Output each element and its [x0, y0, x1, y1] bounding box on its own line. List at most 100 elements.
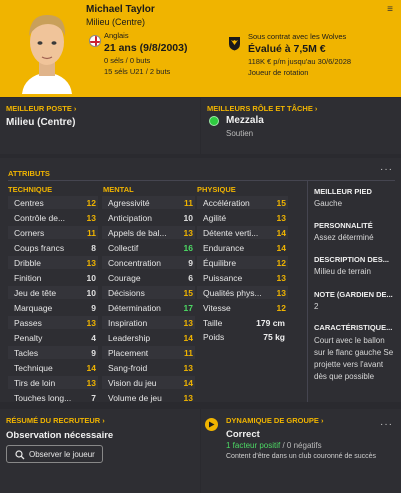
best-foot-label: MEILLEUR PIED — [314, 187, 372, 196]
attribute-name: Décisions — [108, 288, 145, 298]
attribute-name: Tacles — [14, 348, 39, 358]
attribute-value: 8 — [91, 243, 96, 253]
u21-caps: 15 séls U21 / 2 buts — [104, 67, 171, 76]
attribute-value: 4 — [91, 333, 96, 343]
attribute-name: Dribble — [14, 258, 41, 268]
attribute-value: 13 — [183, 393, 193, 403]
squad-role: Joueur de rotation — [248, 68, 309, 77]
weight-value: 75 kg — [263, 332, 285, 342]
attribute-value: 13 — [86, 378, 96, 388]
attribute-name: Courage — [108, 273, 141, 283]
best-role-title[interactable]: MEILLEURS RÔLE ET TÂCHE › — [207, 104, 317, 113]
attribute-value: 11 — [184, 198, 193, 208]
attribute-name: Anticipation — [108, 213, 152, 223]
nationality: Anglais — [104, 31, 129, 40]
attribute-value: 11 — [184, 348, 193, 358]
best-foot-value: Gauche — [314, 199, 343, 208]
attribute-value: 9 — [91, 348, 96, 358]
attributes-more-icon[interactable]: ··· — [380, 164, 393, 175]
best-position-title[interactable]: MEILLEUR POSTE › — [6, 104, 76, 113]
attribute-value: 12 — [276, 258, 286, 268]
attribute-name: Jeu de tête — [14, 288, 57, 298]
contract-status: Sous contrat avec les Wolves — [248, 32, 347, 41]
observe-player-button[interactable]: Observer le joueur — [6, 445, 103, 463]
side-divider — [307, 180, 308, 402]
player-avatar — [14, 6, 80, 94]
dynamics-arrow-icon[interactable] — [205, 418, 218, 431]
attributes-panel: ATTRIBUTS ··· TECHNIQUE MENTAL PHYSIQUE … — [0, 158, 401, 403]
attribute-value: 15 — [183, 288, 193, 298]
attribute-value: 6 — [188, 273, 193, 283]
attribute-name: Penalty — [14, 333, 43, 343]
description-label: DESCRIPTION DES... — [314, 255, 390, 264]
player-age: 21 ans (9/8/2003) — [104, 42, 188, 54]
player-header: Michael Taylor Milieu (Centre) Anglais 2… — [0, 0, 401, 97]
traits-value: Court avec le ballon sur le flanc gauche… — [314, 336, 394, 381]
keeper-rating-label: NOTE (GARDIEN DE... — [314, 290, 393, 299]
attribute-value: 14 — [276, 243, 286, 253]
attribute-value: 7 — [91, 393, 96, 403]
attribute-name: Agressivité — [108, 198, 150, 208]
attribute-value: 15 — [276, 198, 286, 208]
attribute-name: Inspiration — [108, 318, 148, 328]
physical-header: PHYSIQUE — [197, 185, 236, 194]
best-position-value: Milieu (Centre) — [6, 117, 76, 128]
scout-title[interactable]: RÉSUMÉ DU RECRUTEUR › — [6, 416, 105, 425]
attribute-value: 13 — [183, 318, 193, 328]
best-role-panel: MEILLEURS RÔLE ET TÂCHE › Mezzala Soutie… — [201, 98, 401, 154]
attributes-divider — [8, 180, 395, 181]
attribute-name: Marquage — [14, 303, 53, 313]
attribute-name: Concentration — [108, 258, 161, 268]
attribute-value: 9 — [91, 303, 96, 313]
attribute-value: 17 — [183, 303, 193, 313]
player-position: Milieu (Centre) — [86, 17, 146, 27]
attribute-name: Finition — [14, 273, 42, 283]
attribute-name: Volume de jeu — [108, 393, 162, 403]
attribute-name: Corners — [14, 228, 45, 238]
attributes-title[interactable]: ATTRIBUTS — [8, 169, 50, 178]
attribute-name: Coups francs — [14, 243, 65, 253]
attribute-value: 16 — [183, 243, 193, 253]
attribute-value: 13 — [183, 363, 193, 373]
attribute-value: 13 — [86, 258, 96, 268]
player-value: Évalué à 7,5M € — [248, 43, 326, 55]
attribute-name: Vitesse — [203, 303, 231, 313]
attribute-value: 11 — [87, 228, 96, 238]
attribute-name: Vision du jeu — [108, 378, 157, 388]
dynamics-more-icon[interactable]: ··· — [380, 419, 393, 430]
weight-label: Poids — [203, 332, 225, 342]
player-wage: 118K € p/m jusqu'au 30/6/2028 — [248, 57, 352, 66]
attribute-name: Tirs de loin — [14, 378, 56, 388]
height-label: Taille — [203, 318, 223, 328]
attribute-name: Qualités phys... — [203, 288, 262, 298]
observe-player-label: Observer le joueur — [29, 450, 95, 459]
dynamics-title[interactable]: DYNAMIQUE DE GROUPE › — [226, 416, 324, 425]
factors-separator: / — [280, 441, 287, 450]
attribute-name: Équilibre — [203, 258, 237, 268]
attribute-value: 10 — [86, 273, 96, 283]
mental-header: MENTAL — [103, 185, 134, 194]
attribute-name: Appels de bal... — [108, 228, 167, 238]
attribute-name: Leadership — [108, 333, 151, 343]
england-flag-icon — [89, 35, 101, 47]
club-crest-icon — [229, 37, 240, 51]
attribute-name: Endurance — [203, 243, 245, 253]
personality-label: PERSONNALITÉ — [314, 221, 373, 230]
attribute-name: Puissance — [203, 273, 243, 283]
player-name: Michael Taylor — [86, 4, 155, 15]
attribute-name: Centres — [14, 198, 44, 208]
best-role-value: Mezzala — [226, 115, 264, 126]
positive-factors: 1 facteur positif — [226, 441, 281, 450]
attribute-value: 14 — [183, 378, 193, 388]
attribute-name: Détermination — [108, 303, 161, 313]
attribute-value: 14 — [183, 333, 193, 343]
attribute-name: Placement — [108, 348, 149, 358]
attribute-name: Accélération — [203, 198, 250, 208]
menu-icon[interactable]: ≡ — [387, 4, 393, 15]
attribute-value: 13 — [86, 318, 96, 328]
height-value: 179 cm — [256, 318, 285, 328]
attribute-value: 13 — [86, 213, 96, 223]
attribute-name: Sang-froid — [108, 363, 148, 373]
attribute-value: 9 — [188, 258, 193, 268]
attribute-name: Collectif — [108, 243, 139, 253]
